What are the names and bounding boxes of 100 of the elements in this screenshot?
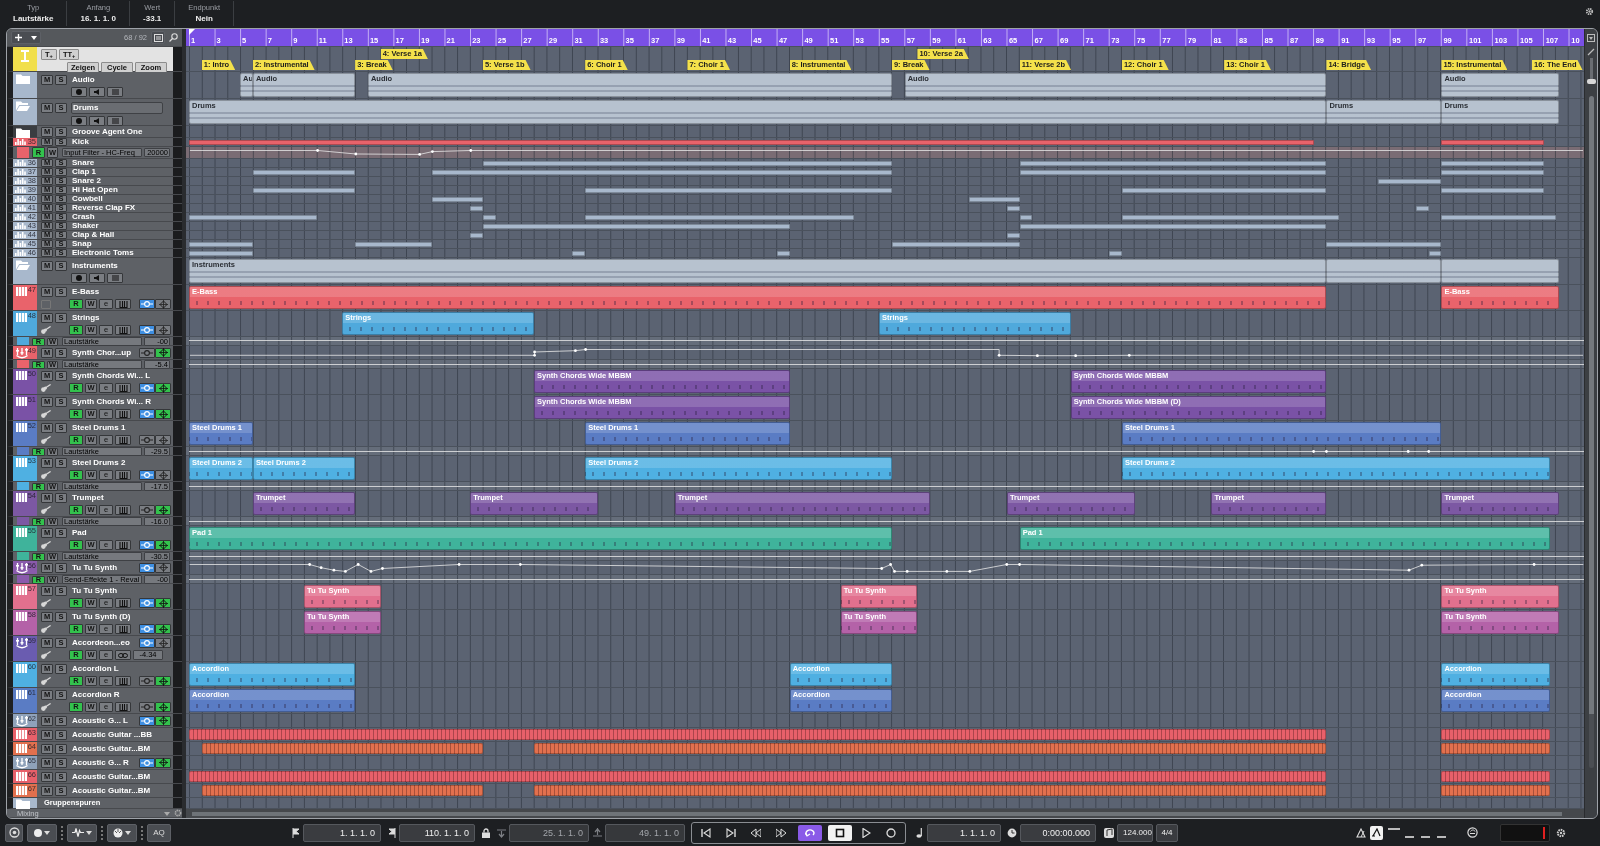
toggle-button[interactable] xyxy=(155,624,171,634)
drum-part[interactable] xyxy=(585,187,892,193)
monitor-button[interactable] xyxy=(89,273,105,283)
midi-part[interactable] xyxy=(189,771,1327,782)
toggle-button[interactable] xyxy=(139,383,155,393)
drum-part[interactable] xyxy=(1019,160,1327,166)
settings-icon[interactable] xyxy=(1556,827,1566,838)
signature-field[interactable]: 4/4 xyxy=(1156,823,1178,842)
toggle-button[interactable] xyxy=(139,624,155,634)
search-icon[interactable] xyxy=(169,33,178,42)
lanes-button[interactable] xyxy=(107,273,123,283)
toggle-button[interactable] xyxy=(155,676,171,686)
record-button[interactable] xyxy=(71,116,87,126)
edit-instrument-button[interactable] xyxy=(115,409,131,419)
drum-part[interactable] xyxy=(1428,250,1442,256)
toggle-button[interactable] xyxy=(155,540,171,550)
edit-instrument-button[interactable] xyxy=(115,676,131,686)
punch-mode-button[interactable] xyxy=(67,823,97,842)
left-locator-field[interactable]: 1. 1. 1. 0 xyxy=(303,823,381,842)
midi-part[interactable] xyxy=(1441,785,1551,796)
edit-instrument-button[interactable] xyxy=(115,383,131,393)
toggle-button[interactable] xyxy=(139,409,155,419)
list-view-button[interactable] xyxy=(151,31,165,44)
clock-icon[interactable] xyxy=(1007,827,1017,838)
drum-part[interactable] xyxy=(189,250,253,256)
toggle-button[interactable] xyxy=(139,325,155,335)
toggle-button[interactable] xyxy=(155,505,171,515)
cycle-button[interactable] xyxy=(798,824,822,841)
edit-instrument-button[interactable] xyxy=(115,540,131,550)
toggle-button[interactable] xyxy=(155,325,171,335)
toggle-button[interactable] xyxy=(155,562,171,573)
horizontal-scrollbar[interactable] xyxy=(186,809,1584,818)
drum-part[interactable] xyxy=(431,196,483,202)
edit-instrument-button[interactable] xyxy=(115,624,131,634)
drum-part[interactable] xyxy=(1441,187,1544,193)
edit-instrument-button[interactable] xyxy=(115,299,131,309)
drum-part[interactable] xyxy=(1441,214,1557,220)
midi-part[interactable] xyxy=(534,743,1327,754)
circle-icon[interactable] xyxy=(1467,827,1478,838)
drum-part[interactable] xyxy=(1006,205,1020,211)
toggle-button[interactable] xyxy=(139,347,155,358)
toggle-button[interactable] xyxy=(155,299,171,309)
record-button[interactable] xyxy=(71,87,87,97)
note-icon[interactable] xyxy=(916,827,924,838)
midi-part[interactable] xyxy=(201,743,483,754)
drum-part[interactable] xyxy=(968,196,1020,202)
toggle-button[interactable] xyxy=(155,702,171,712)
toggle-button[interactable] xyxy=(139,470,155,480)
vertical-scrollbar[interactable] xyxy=(1588,96,1594,768)
toggle-button[interactable] xyxy=(155,383,171,393)
drum-part[interactable] xyxy=(470,205,483,211)
link-button[interactable] xyxy=(115,650,131,660)
monitor-button[interactable] xyxy=(89,116,105,126)
midi-part[interactable] xyxy=(1441,771,1551,782)
constrain-delay-button[interactable] xyxy=(5,823,23,842)
edit-instrument-button[interactable] xyxy=(115,702,131,712)
left-locator-icon[interactable] xyxy=(292,827,300,838)
drum-part[interactable] xyxy=(1019,214,1033,220)
edit-instrument-button[interactable] xyxy=(115,505,131,515)
settings-icon[interactable] xyxy=(1585,7,1594,16)
drum-part[interactable] xyxy=(585,214,854,220)
toggle-button[interactable] xyxy=(155,409,171,419)
drum-part[interactable] xyxy=(1019,169,1327,175)
drum-part[interactable] xyxy=(189,214,317,220)
drum-part[interactable] xyxy=(1326,241,1442,247)
drum-part[interactable] xyxy=(482,214,496,220)
midi-part[interactable] xyxy=(189,729,1327,740)
toggle-button[interactable] xyxy=(139,638,155,648)
accent-button[interactable] xyxy=(1370,825,1383,840)
time-field[interactable]: 0:00:00.000 xyxy=(1020,823,1096,842)
vertical-zoom-slider[interactable] xyxy=(1586,58,1596,84)
drum-part[interactable] xyxy=(355,241,432,247)
metronome-icon[interactable] xyxy=(1356,827,1366,838)
drum-part[interactable] xyxy=(891,241,1020,247)
record-button[interactable] xyxy=(71,273,87,283)
drum-part[interactable] xyxy=(189,241,253,247)
midi-part[interactable] xyxy=(1441,743,1551,754)
toggle-button[interactable] xyxy=(139,540,155,550)
toggle-button[interactable] xyxy=(139,715,155,726)
drum-part[interactable] xyxy=(776,250,790,256)
drum-part[interactable] xyxy=(1441,169,1544,175)
lock-icon[interactable] xyxy=(482,827,490,838)
toggle-button[interactable] xyxy=(155,757,171,768)
metronome-mode-button[interactable] xyxy=(107,823,137,842)
drum-part[interactable] xyxy=(482,223,790,229)
toggle-button[interactable] xyxy=(139,505,155,515)
drum-part[interactable] xyxy=(470,232,483,238)
drum-part[interactable] xyxy=(1441,160,1544,166)
toggle-button[interactable] xyxy=(139,757,155,768)
stop-button[interactable] xyxy=(828,824,852,841)
toggle-button[interactable] xyxy=(139,562,155,573)
drum-part[interactable] xyxy=(1121,187,1327,193)
position-field[interactable]: 1. 1. 1. 0 xyxy=(927,823,1001,842)
tempo-field[interactable]: 124.000 xyxy=(1117,823,1153,842)
right-locator-icon[interactable] xyxy=(388,827,396,838)
drum-part[interactable] xyxy=(252,169,356,175)
drum-part[interactable] xyxy=(1019,223,1327,229)
edit-instrument-button[interactable] xyxy=(115,325,131,335)
toggle-button[interactable] xyxy=(155,347,171,358)
drum-part[interactable] xyxy=(431,169,892,175)
